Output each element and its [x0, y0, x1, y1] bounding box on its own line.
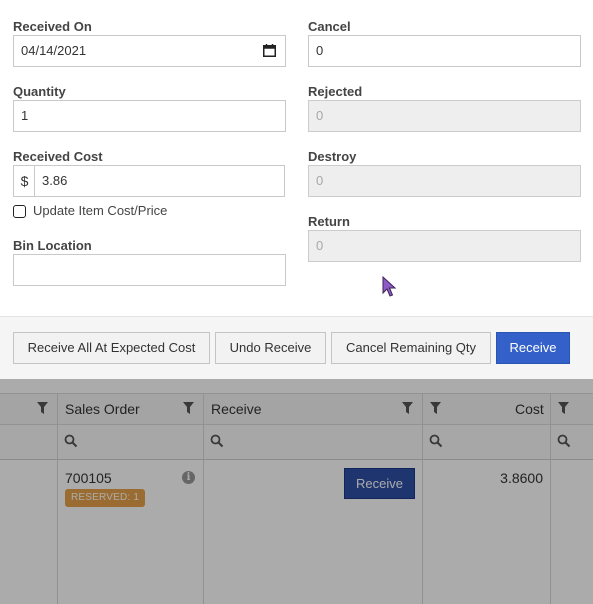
cancel-label: Cancel — [308, 19, 351, 34]
receive-all-button[interactable]: Receive All At Expected Cost — [13, 332, 210, 364]
return-label: Return — [308, 214, 350, 229]
undo-receive-button[interactable]: Undo Receive — [215, 332, 326, 364]
bin-location-input[interactable] — [13, 254, 286, 286]
cancel-remaining-button[interactable]: Cancel Remaining Qty — [331, 332, 491, 364]
received-on-label: Received On — [13, 19, 92, 34]
quantity-input[interactable]: 1 — [13, 100, 286, 132]
update-item-cost-label[interactable]: Update Item Cost/Price — [33, 203, 167, 218]
receive-dialog: Received On 04/14/2021 Quantity 1 Receiv… — [0, 0, 593, 379]
calendar-icon[interactable] — [263, 44, 276, 57]
modal-backdrop[interactable] — [0, 379, 593, 604]
rejected-label: Rejected — [308, 84, 363, 99]
cancel-input[interactable]: 0 — [308, 35, 581, 67]
destroy-label: Destroy — [308, 149, 357, 164]
update-item-cost-checkbox[interactable] — [13, 205, 26, 218]
received-cost-label: Received Cost — [13, 149, 103, 164]
quantity-label: Quantity — [13, 84, 66, 99]
received-cost-input[interactable]: 3.86 — [34, 165, 285, 197]
return-input: 0 — [308, 230, 581, 262]
received-on-value: 04/14/2021 — [21, 43, 87, 58]
rejected-input: 0 — [308, 100, 581, 132]
destroy-input: 0 — [308, 165, 581, 197]
mouse-cursor-icon — [382, 276, 397, 297]
currency-addon: $ — [13, 165, 35, 197]
bin-location-label: Bin Location — [13, 238, 92, 253]
receive-button[interactable]: Receive — [496, 332, 570, 364]
received-on-date-input[interactable]: 04/14/2021 — [13, 35, 286, 67]
